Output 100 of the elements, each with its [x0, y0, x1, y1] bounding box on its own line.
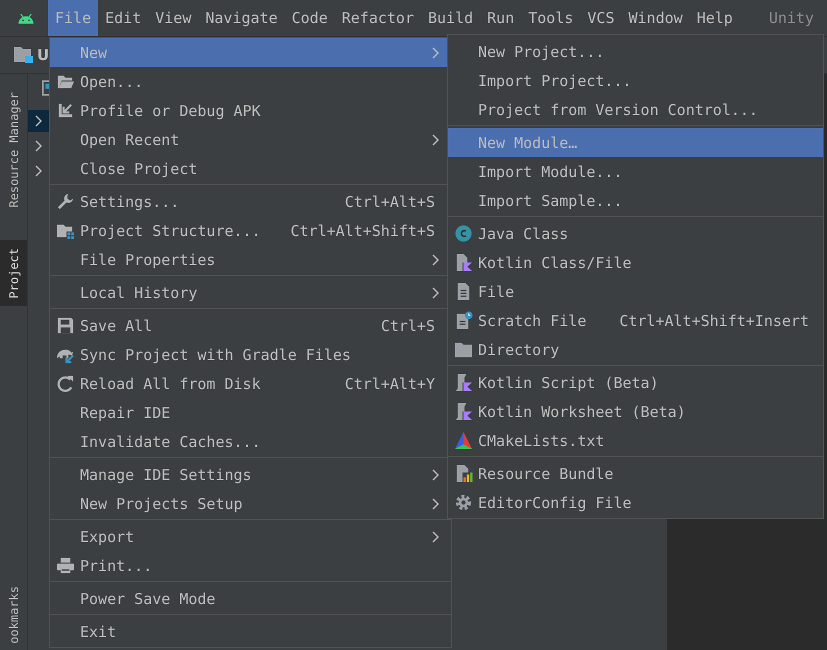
menu-entry[interactable]: Power Save Mode [50, 584, 451, 613]
menu-entry-label: Kotlin Class/File [478, 254, 633, 272]
menu-entry-label: New Project... [478, 42, 606, 60]
menu-entry-label: Profile or Debug APK [80, 102, 262, 120]
menu-entry[interactable]: Local History [50, 278, 451, 307]
menu-entry-label: Manage IDE Settings [80, 466, 253, 484]
menu-entry-label: Local History [80, 284, 198, 302]
menu-entry-label: File [478, 282, 516, 300]
menu-entry[interactable]: Reload All from Disk Ctrl+Alt+Y [50, 369, 451, 398]
kotlin-script-icon [454, 402, 472, 421]
menu-entry-label: Open Recent [80, 130, 180, 148]
menu-entry[interactable]: Kotlin Class/File [448, 248, 823, 277]
menu-item[interactable]: VCS [580, 0, 622, 36]
menu-entry-label: Project Structure... [80, 222, 262, 240]
wrench-icon [56, 192, 74, 211]
menu-entry-label: New Projects Setup [80, 494, 244, 512]
menu-entry-label: Import Project... [478, 72, 633, 90]
menu-entry-label: Save All [80, 316, 154, 334]
shortcut-label: Ctrl+Alt+Shift+Insert [619, 312, 809, 330]
menu-entry-label: Scratch File [478, 312, 588, 330]
project-title: Unity [768, 9, 814, 27]
menu-entry[interactable]: Java Class [448, 219, 823, 248]
menu-entry[interactable]: Export [50, 522, 451, 551]
menu-entry[interactable]: Repair IDE [50, 398, 451, 427]
printer-icon [56, 556, 74, 575]
menu-entry[interactable]: Close Project [50, 154, 451, 183]
menu-entry[interactable]: Kotlin Script (Beta) [448, 368, 823, 397]
menu-entry[interactable]: Import Module... [448, 157, 823, 186]
menu-entry-label: Import Module... [478, 162, 624, 180]
menu-item[interactable]: Edit [98, 0, 148, 36]
shortcut-label: Ctrl+Alt+Shift+S [290, 222, 435, 240]
side-tab[interactable]: ookmarks [0, 580, 27, 650]
menu-entry[interactable]: EditorConfig File [448, 488, 823, 517]
menu-entry[interactable]: Exit [50, 617, 451, 646]
folder-icon [454, 340, 472, 359]
menu-entry-label: Export [80, 528, 136, 546]
menu-entry[interactable]: Print... [50, 551, 451, 580]
menu-entry-label: Settings... [80, 192, 180, 210]
menu-entry[interactable]: Directory [448, 335, 823, 364]
shortcut-label: Ctrl+Alt+S [344, 192, 435, 210]
chevron-right-icon [34, 165, 42, 177]
class-icon [454, 224, 472, 243]
menu-entry-label: New Module… [478, 134, 578, 152]
menu-entry[interactable]: Scratch File Ctrl+Alt+Shift+Insert [448, 306, 823, 335]
chevron-right-icon [34, 115, 42, 127]
menu-item[interactable]: Build [421, 0, 480, 36]
project-folder-icon [14, 46, 34, 64]
menu-entry[interactable]: Open Recent [50, 125, 451, 154]
menu-item[interactable]: Run [480, 0, 522, 36]
menu-entry[interactable]: New Projects Setup [50, 489, 451, 518]
shortcut-label: Ctrl+S [380, 316, 435, 334]
menu-entry-label: Invalidate Caches... [80, 432, 262, 450]
menu-entry[interactable]: Resource Bundle [448, 459, 823, 488]
menu-entry[interactable]: Open... [50, 67, 451, 96]
triangle-icon [454, 431, 472, 450]
menu-entry-label: CMakeLists.txt [478, 432, 606, 450]
menu-item[interactable]: View [148, 0, 198, 36]
menu-entry-label: Reload All from Disk [80, 374, 262, 392]
menu-entry[interactable]: File [448, 277, 823, 306]
kotlin-script-icon [454, 373, 472, 392]
menu-entry[interactable]: Import Project... [448, 66, 823, 95]
menu-entry[interactable]: Project from Version Control... [448, 95, 823, 124]
menu-entry[interactable]: CMakeLists.txt [448, 426, 823, 455]
menu-entry-label: Directory [478, 340, 560, 358]
menu-entry[interactable]: Import Sample... [448, 186, 823, 215]
refresh-icon [56, 374, 74, 393]
gear-icon [454, 493, 472, 512]
menu-entry[interactable]: New Project... [448, 37, 823, 66]
menu-entry-label: Close Project [80, 160, 198, 178]
menu-entry-label: Power Save Mode [80, 590, 216, 608]
project-name: U [37, 46, 50, 64]
side-tab[interactable]: Resource Manager [0, 86, 27, 214]
menu-entry-label: Project from Version Control... [478, 100, 759, 118]
menu-entry-label: Exit [80, 622, 118, 640]
menu-item[interactable]: Code [284, 0, 335, 36]
menu-item[interactable]: Navigate [198, 0, 285, 36]
save-icon [56, 316, 74, 335]
shortcut-label: Ctrl+Alt+Y [344, 374, 435, 392]
menu-entry[interactable]: Settings... Ctrl+Alt+S [50, 187, 451, 216]
menu-entry[interactable]: File Properties [50, 245, 451, 274]
menu-entry-label: Print... [80, 556, 154, 574]
menu-entry-label: Kotlin Worksheet (Beta) [478, 402, 687, 420]
menu-entry-label: Sync Project with Gradle Files [80, 346, 352, 364]
menu-entry[interactable]: Sync Project with Gradle Files [50, 340, 451, 369]
menu-entry[interactable]: Manage IDE Settings [50, 460, 451, 489]
menu-entry[interactable]: Kotlin Worksheet (Beta) [448, 397, 823, 426]
menu-entry-label: Repair IDE [80, 404, 172, 422]
menu-item[interactable]: Help [690, 0, 740, 36]
menu-entry-label: Open... [80, 72, 144, 90]
menu-item[interactable]: Refactor [334, 0, 421, 36]
menu-entry-label: EditorConfig File [478, 494, 633, 512]
side-tab[interactable]: Project [0, 240, 27, 306]
menu-entry[interactable]: Project Structure... Ctrl+Alt+Shift+S [50, 216, 451, 245]
menu-entry[interactable]: Profile or Debug APK [50, 96, 451, 125]
menu-item[interactable]: Tools [521, 0, 580, 36]
menu-entry[interactable]: Invalidate Caches... [50, 427, 451, 456]
menu-entry[interactable]: Save All Ctrl+S [50, 311, 451, 340]
menu-item[interactable]: Window [622, 0, 690, 36]
menu-entry-label: Import Sample... [478, 192, 624, 210]
menu-entry-label: New [80, 44, 108, 62]
